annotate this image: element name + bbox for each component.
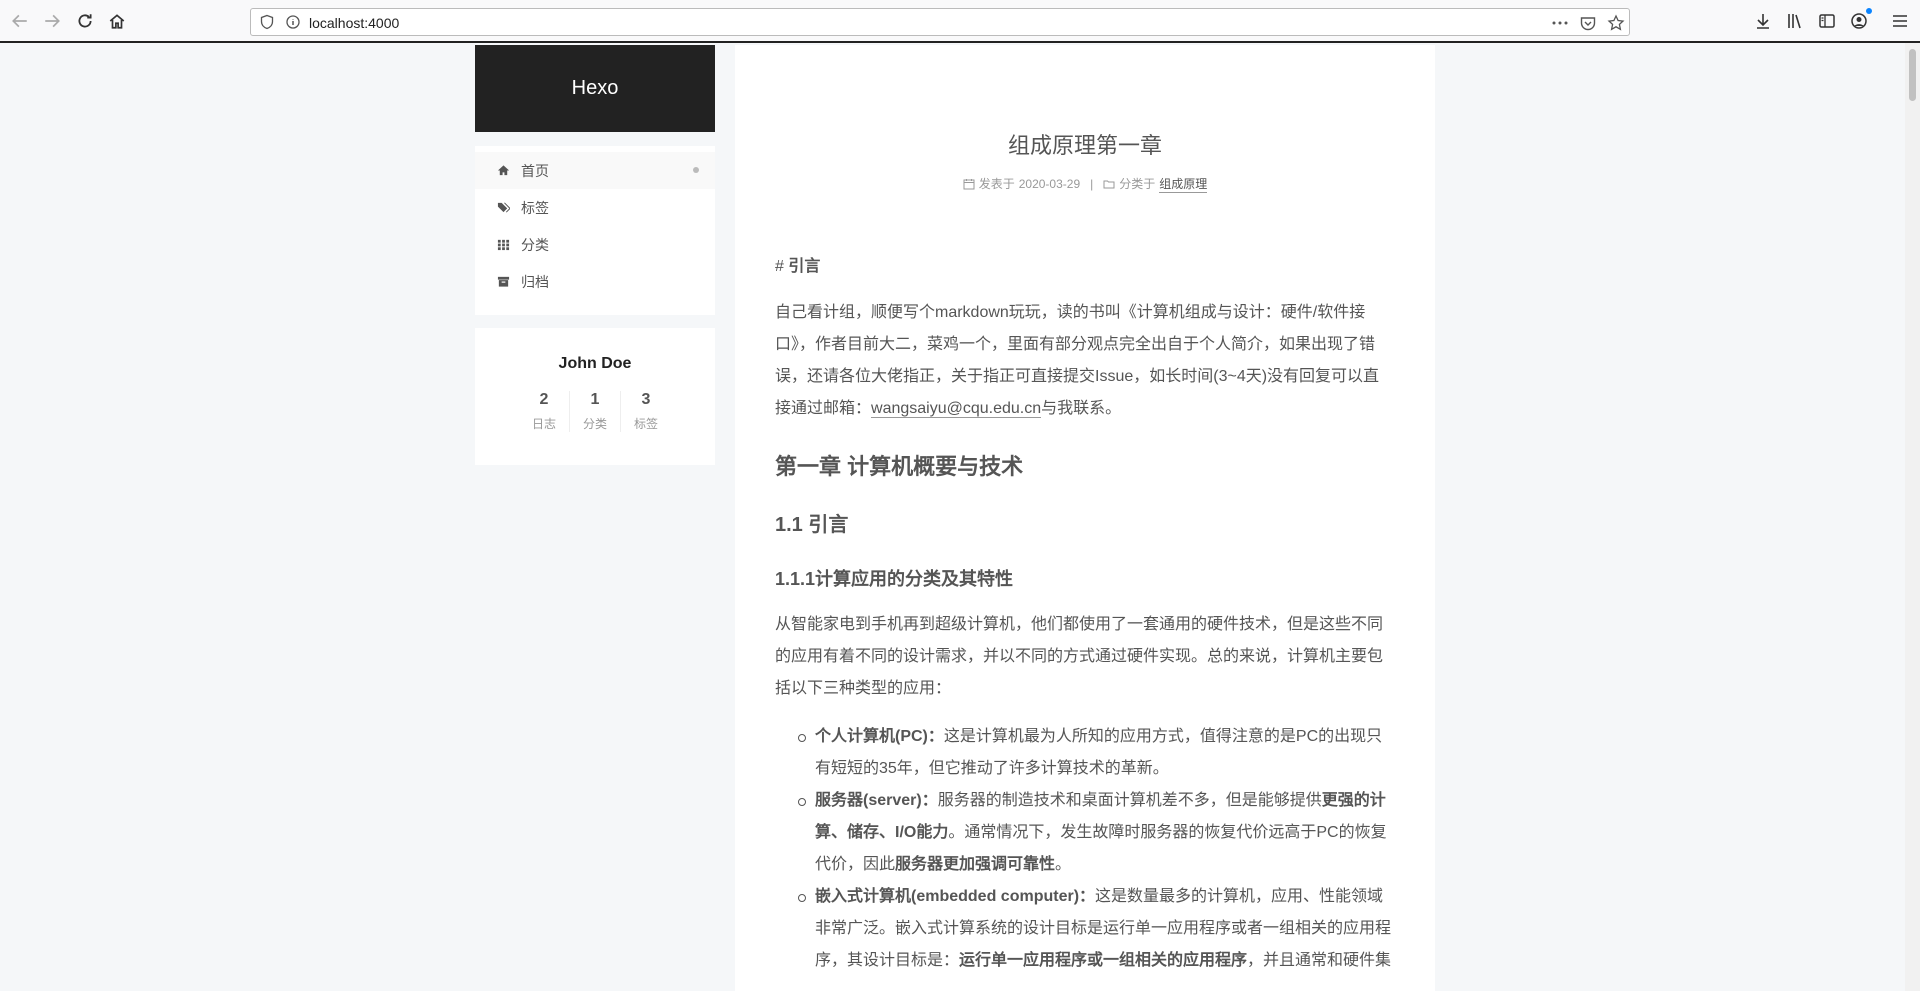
application-list: 个人计算机(PC)：这是计算机最为人所知的应用方式，值得注意的是PC的出现只有短… xyxy=(775,721,1395,977)
intro-paragraph: 自己看计组，顺便写个markdown玩玩，读的书叫《计算机组成与设计：硬件/软件… xyxy=(775,297,1395,425)
hamburger-menu-icon[interactable] xyxy=(1890,11,1910,31)
list-item: 服务器(server)：服务器的制造技术和桌面计算机差不多，但是能够提供更强的计… xyxy=(798,785,1395,881)
menu-item-label: 归档 xyxy=(521,273,549,290)
item-title: 个人计算机(PC)： xyxy=(815,727,944,745)
subsection-heading: 1.1.1计算应用的分类及其特性 xyxy=(775,568,1014,589)
notification-dot xyxy=(1866,8,1872,14)
active-indicator xyxy=(693,167,699,173)
downloads-icon[interactable] xyxy=(1753,11,1773,31)
page-actions-icon[interactable] xyxy=(1551,14,1569,32)
forward-arrow-icon xyxy=(45,14,60,28)
item-text: ，并且通常和硬件集 xyxy=(1247,951,1392,969)
stat-count: 1 xyxy=(590,391,600,408)
site-menu: 首页 标签 分类 归档 xyxy=(475,146,715,315)
menu-item-label: 首页 xyxy=(521,162,549,179)
heading-hash: # xyxy=(775,257,784,275)
item-emphasis: 运行单一应用程序或一组相关的应用程序 xyxy=(959,951,1248,969)
url-bar[interactable]: localhost:4000 xyxy=(250,8,1630,36)
intro-text-end: 与我联系。 xyxy=(1041,399,1122,417)
stat-count: 3 xyxy=(641,391,651,408)
post-meta: 发表于 2020-03-29 | 分类于 组成原理 xyxy=(775,175,1395,193)
url-text[interactable]: localhost:4000 xyxy=(309,15,399,31)
archive-icon xyxy=(497,275,511,289)
paragraph: 从智能家电到手机再到超级计算机，他们都使用了一套通用的硬件技术，但是这些不同的应… xyxy=(775,615,1384,697)
stat-tags[interactable]: 3 标签 xyxy=(620,391,671,432)
home-outline-icon xyxy=(109,14,125,29)
library-icon[interactable] xyxy=(1785,11,1805,31)
page-scrollbar[interactable] xyxy=(1905,43,1920,991)
menu-item-label: 标签 xyxy=(521,199,549,216)
intro-heading: # 引言 xyxy=(775,251,1395,283)
chapter-heading: 第一章 计算机概要与技术 xyxy=(775,453,1024,479)
post-title[interactable]: 组成原理第一章 xyxy=(775,128,1395,160)
item-title: 嵌入式计算机(embedded computer)： xyxy=(815,887,1096,905)
list-item: 嵌入式计算机(embedded computer)：这是数量最多的计算机，应用、… xyxy=(798,881,1395,977)
shield-icon[interactable] xyxy=(259,14,275,30)
bookmark-star-icon[interactable] xyxy=(1607,14,1625,32)
menu-item-categories[interactable]: 分类 xyxy=(475,226,715,263)
menu-item-archives[interactable]: 归档 xyxy=(475,263,715,300)
sidebar-toggle-icon[interactable] xyxy=(1817,11,1837,31)
home-icon xyxy=(497,164,511,178)
stat-label: 标签 xyxy=(633,417,658,431)
site-stats: 2 日志 1 分类 3 标签 xyxy=(475,391,715,432)
stat-count: 2 xyxy=(539,391,549,408)
menu-item-home[interactable]: 首页 xyxy=(475,152,715,189)
item-title: 服务器(server)： xyxy=(815,791,938,809)
menu-item-label: 分类 xyxy=(521,236,549,253)
reload-button[interactable] xyxy=(72,8,98,34)
posted-label: 发表于 xyxy=(978,177,1015,192)
stat-label: 日志 xyxy=(531,417,556,431)
back-arrow-icon xyxy=(12,14,27,28)
post-container: 组成原理第一章 发表于 2020-03-29 | 分类于 组成原理 # 引言 自… xyxy=(735,45,1435,991)
category-link[interactable]: 组成原理 xyxy=(1159,175,1208,193)
item-text: 。 xyxy=(1055,855,1072,873)
list-item: 个人计算机(PC)：这是计算机最为人所知的应用方式，值得注意的是PC的出现只有短… xyxy=(798,721,1395,785)
menu-item-tags[interactable]: 标签 xyxy=(475,189,715,226)
tags-icon xyxy=(497,201,511,215)
post-date: 2020-03-29 xyxy=(1018,176,1081,191)
section-heading: 1.1 引言 xyxy=(775,513,849,536)
site-title[interactable]: Hexo xyxy=(572,77,619,100)
home-button[interactable] xyxy=(104,8,130,34)
folder-icon xyxy=(1103,180,1115,189)
heading-text: 引言 xyxy=(788,257,821,275)
th-icon xyxy=(497,238,511,252)
browser-toolbar: localhost:4000 xyxy=(0,0,1920,43)
item-emphasis: 服务器更加强调可靠性 xyxy=(895,855,1056,873)
email-link[interactable]: wangsaiyu@cqu.edu.cn xyxy=(871,399,1042,418)
account-icon[interactable] xyxy=(1849,8,1872,31)
scrollbar-thumb[interactable] xyxy=(1909,49,1916,101)
reload-icon xyxy=(78,14,92,28)
stat-posts[interactable]: 2 日志 xyxy=(519,391,569,432)
forward-button[interactable] xyxy=(39,8,65,34)
site-brand[interactable]: Hexo xyxy=(475,45,715,132)
back-button[interactable] xyxy=(7,8,33,34)
author-name: John Doe xyxy=(558,355,632,372)
meta-separator: | xyxy=(1090,176,1094,191)
calendar-icon xyxy=(963,178,975,190)
item-text: 服务器的制造技术和桌面计算机差不多，但是能够提供 xyxy=(937,791,1322,809)
stat-categories[interactable]: 1 分类 xyxy=(569,391,620,432)
stat-label: 分类 xyxy=(582,417,607,431)
category-label: 分类于 xyxy=(1119,177,1156,192)
author-profile: John Doe 2 日志 1 分类 3 标签 xyxy=(475,328,715,465)
post-body: # 引言 自己看计组，顺便写个markdown玩玩，读的书叫《计算机组成与设计：… xyxy=(775,251,1395,977)
info-icon[interactable] xyxy=(285,14,301,30)
pocket-icon[interactable] xyxy=(1579,14,1597,32)
